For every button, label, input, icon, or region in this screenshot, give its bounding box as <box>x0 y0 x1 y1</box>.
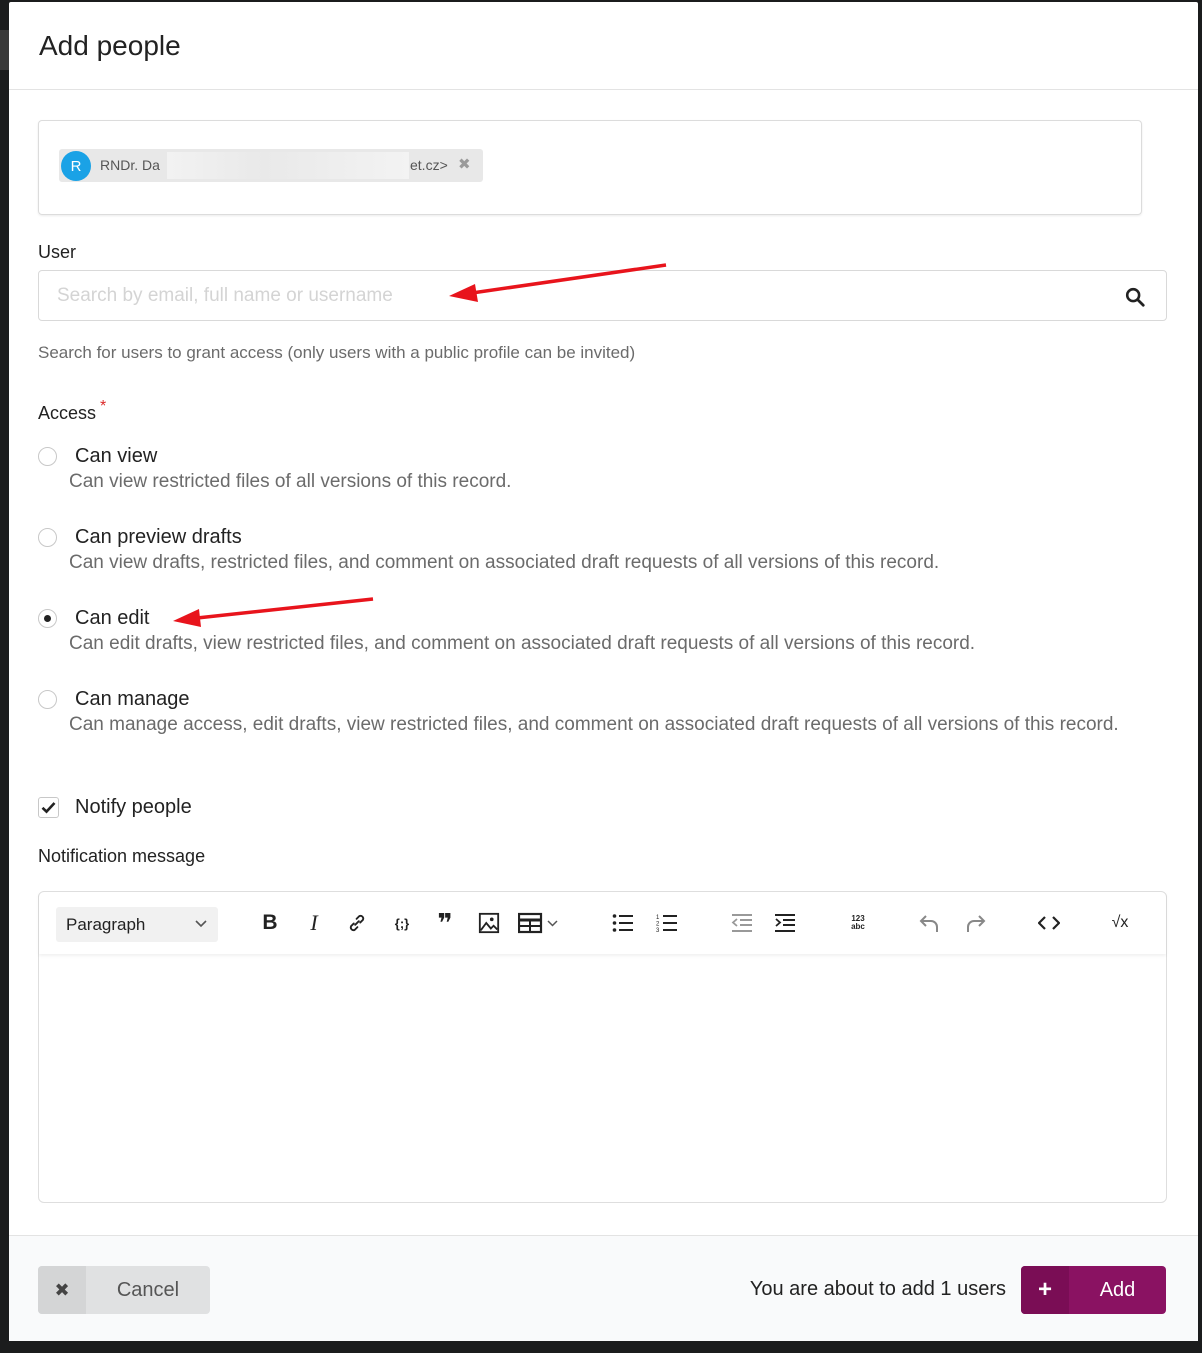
indent-glyph <box>775 914 795 932</box>
selected-users-box: R RNDr. Da et.cz> ✖ <box>38 120 1142 215</box>
image-glyph <box>478 912 500 934</box>
redacted-name-blur <box>167 152 409 179</box>
add-people-dialog: Add people R RNDr. Da et.cz> ✖ User Sear… <box>9 2 1198 1341</box>
dialog-title: Add people <box>39 29 181 61</box>
dialog-footer: ✖ Cancel You are about to add 1 users + … <box>9 1235 1198 1341</box>
source-icon[interactable] <box>1036 910 1062 936</box>
text-part-language-icon[interactable]: 123 abc <box>845 910 871 936</box>
link-glyph <box>349 914 365 932</box>
cancel-button[interactable]: ✖ Cancel <box>38 1266 210 1314</box>
user-avatar: R <box>61 151 91 181</box>
link-icon[interactable] <box>344 910 370 936</box>
selected-user-chip[interactable]: R RNDr. Da et.cz> ✖ <box>59 149 483 182</box>
chevron-down-icon <box>195 920 207 928</box>
search-icon[interactable] <box>1124 286 1146 308</box>
outdent-icon[interactable] <box>729 910 755 936</box>
user-search-input[interactable] <box>39 271 1166 320</box>
required-mark: * <box>100 398 107 415</box>
indent-icon[interactable] <box>772 910 798 936</box>
undo-glyph <box>919 915 938 932</box>
redo-icon[interactable] <box>962 910 988 936</box>
image-icon[interactable] <box>476 910 502 936</box>
numbered-list-icon[interactable]: 123 <box>654 910 680 936</box>
can-manage-description: Can manage access, edit drafts, view res… <box>69 714 1119 735</box>
can-edit-label: Can edit <box>75 607 150 629</box>
plus-icon: + <box>1021 1266 1069 1314</box>
editor-content-area[interactable] <box>39 954 1166 1202</box>
can-edit-description: Can edit drafts, view restricted files, … <box>69 633 976 654</box>
bulleted-list-icon[interactable] <box>610 910 636 936</box>
bullet-list-glyph <box>612 914 633 932</box>
dialog-header: Add people <box>9 2 1198 90</box>
blockquote-icon[interactable]: ❞ <box>432 908 458 938</box>
can-preview-drafts-radio[interactable] <box>38 528 57 547</box>
notify-people-label: Notify people <box>75 796 192 818</box>
close-icon: ✖ <box>38 1266 86 1314</box>
can-edit-radio[interactable] <box>38 609 57 628</box>
editor-toolbar: Paragraph B I {;} ❞ 123 123 abc √x <box>39 892 1166 954</box>
user-name-start: RNDr. Da <box>100 157 160 173</box>
add-button[interactable]: + Add <box>1021 1266 1166 1314</box>
notify-people-checkbox[interactable] <box>38 797 59 818</box>
background-window-edge <box>0 30 9 70</box>
cancel-label: Cancel <box>116 1278 180 1301</box>
svg-text:1: 1 <box>656 915 660 921</box>
access-label: Access <box>38 403 97 423</box>
remove-user-icon[interactable]: ✖ <box>458 155 471 173</box>
access-label-wrap: Access * <box>38 398 106 424</box>
notification-message-editor: Paragraph B I {;} ❞ 123 123 abc √x <box>38 891 1167 1203</box>
text-part-language-label: 123 abc <box>851 914 865 931</box>
source-glyph <box>1038 916 1060 930</box>
add-summary-text: You are about to add 1 users <box>749 1278 1006 1300</box>
redo-glyph <box>967 915 986 932</box>
bold-icon[interactable]: B <box>257 910 283 936</box>
svg-text:3: 3 <box>656 928 660 933</box>
add-label: Add <box>1099 1278 1136 1301</box>
can-preview-drafts-description: Can view drafts, restricted files, and c… <box>69 552 940 573</box>
can-preview-drafts-label: Can preview drafts <box>75 526 242 548</box>
svg-text:2: 2 <box>656 922 660 928</box>
user-search-field <box>38 270 1167 321</box>
can-manage-radio[interactable] <box>38 690 57 709</box>
undo-icon[interactable] <box>917 910 943 936</box>
italic-icon[interactable]: I <box>301 910 327 936</box>
heading-select-value: Paragraph <box>66 914 146 934</box>
can-view-description: Can view restricted files of all version… <box>69 471 512 492</box>
code-block-icon[interactable]: {;} <box>388 910 416 936</box>
can-view-label: Can view <box>75 445 158 467</box>
can-manage-label: Can manage <box>75 688 190 710</box>
user-field-label: User <box>38 242 77 262</box>
table-icon[interactable] <box>518 910 564 936</box>
can-view-radio[interactable] <box>38 447 57 466</box>
table-glyph <box>518 912 558 934</box>
outdent-glyph <box>731 914 752 932</box>
heading-select[interactable]: Paragraph <box>56 907 218 942</box>
notification-message-label: Notification message <box>38 846 206 866</box>
user-field-help: Search for users to grant access (only u… <box>38 343 636 362</box>
user-name-end: et.cz> <box>410 157 448 173</box>
numbered-list-glyph: 123 <box>656 915 677 933</box>
math-icon[interactable]: √x <box>1107 910 1133 936</box>
checkmark-icon <box>41 802 56 814</box>
